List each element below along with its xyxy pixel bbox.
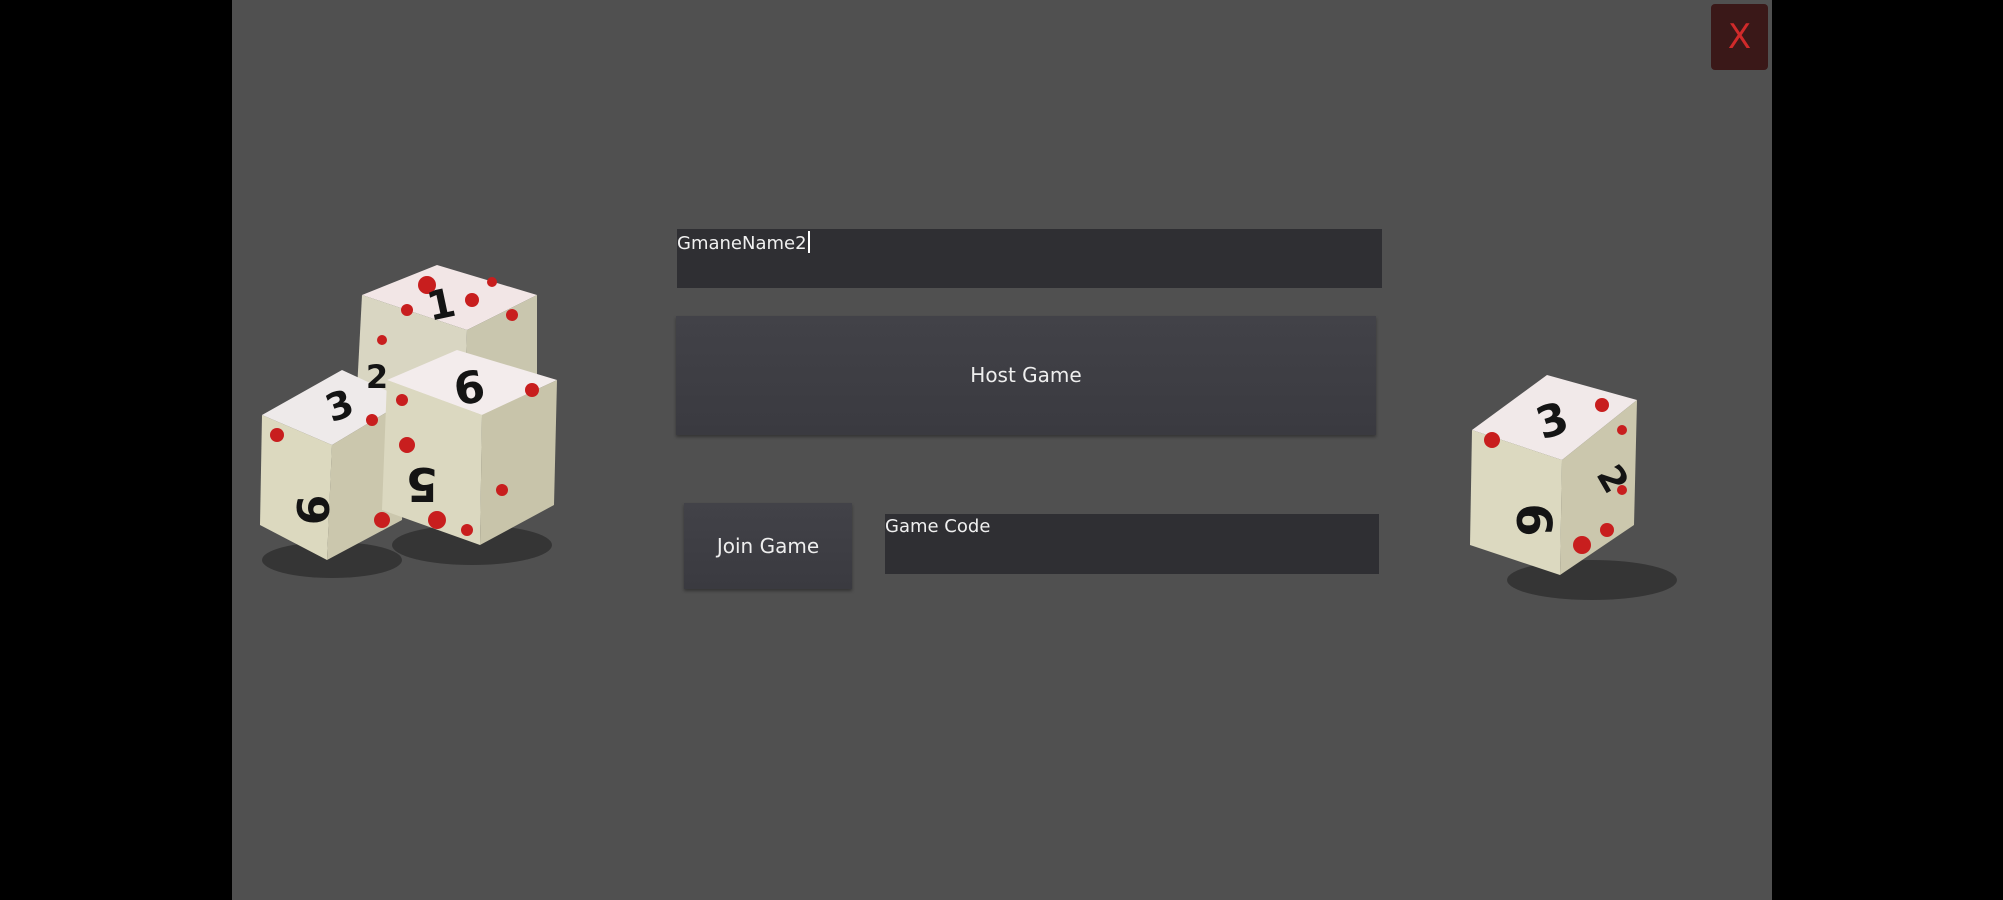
game-code-placeholder: Game Code <box>885 516 991 537</box>
die-right-icon: 3 6 2 <box>1470 375 1677 600</box>
text-caret <box>807 231 810 253</box>
game-code-input[interactable]: Game Code <box>885 514 1379 574</box>
close-button[interactable]: X <box>1711 4 1768 70</box>
join-game-button[interactable]: Join Game <box>684 503 852 589</box>
svg-text:6: 6 <box>1505 503 1561 536</box>
game-name-value: GmaneName2 <box>677 233 807 254</box>
svg-text:9: 9 <box>286 495 337 526</box>
game-lobby-screen: X 1 3 9 6 5 2 GmaneName2 Host Game Join … <box>232 0 1772 900</box>
svg-text:2: 2 <box>366 358 388 396</box>
dice-cluster-left-icon: 1 3 9 6 5 2 <box>260 265 557 578</box>
game-name-input[interactable]: GmaneName2 <box>677 229 1382 288</box>
close-x-icon: X <box>1727 17 1752 57</box>
svg-text:5: 5 <box>406 457 438 511</box>
host-game-button[interactable]: Host Game <box>676 316 1376 435</box>
